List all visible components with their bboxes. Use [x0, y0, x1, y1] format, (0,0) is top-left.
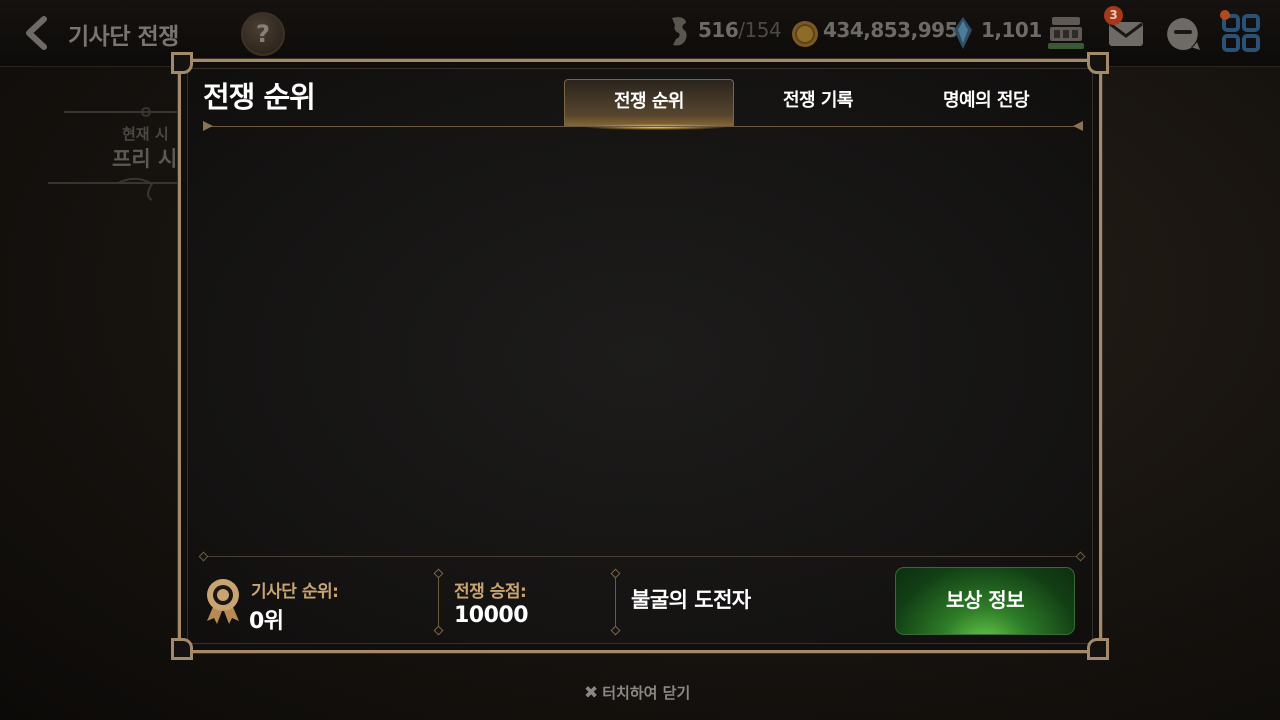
menu-notification-dot [1220, 10, 1230, 20]
guild-title-text: 불굴의 도전자 [631, 588, 751, 612]
tab-war-ranking[interactable]: 전쟁 순위 [564, 79, 734, 127]
guild-rank-value: 0위 [249, 609, 284, 634]
war-ranking-modal: 전쟁 순위 전쟁 순위 전쟁 기록 명예의 전당 기사단 순위: 0위 전쟁 승… [171, 52, 1109, 660]
stamina-max: /154 [738, 18, 782, 42]
footer-separator [615, 574, 616, 630]
close-x-icon: ✖ [584, 683, 599, 703]
frame-corner [171, 638, 193, 660]
tab-divider-end-right [1073, 121, 1083, 131]
background-label-season: 프리 시 [112, 147, 178, 171]
menu-grid-icon[interactable] [1222, 14, 1260, 52]
active-tab-glow [586, 124, 726, 130]
reward-info-button[interactable]: 보상 정보 [895, 567, 1075, 635]
gold-coin-icon [792, 21, 818, 47]
close-hint-label: 터치하여 닫기 [602, 684, 691, 702]
screen-title: 기사단 전쟁 [68, 24, 179, 50]
guild-hall-icon[interactable] [1046, 13, 1086, 53]
footer-separator [438, 574, 439, 630]
help-button[interactable]: ? [241, 12, 285, 56]
guild-rank-label: 기사단 순위: [251, 582, 339, 602]
war-points-value: 10000 [454, 603, 529, 628]
modal-title: 전쟁 순위 [203, 80, 316, 114]
war-points-label: 전쟁 승점: [454, 582, 527, 602]
chat-icon[interactable] [1164, 15, 1202, 53]
back-arrow-icon[interactable] [20, 16, 54, 50]
tab-hall-of-fame[interactable]: 명예의 전당 [901, 79, 1071, 127]
background-label-current: 현재 시 [122, 125, 169, 143]
mail-badge: 3 [1104, 6, 1123, 25]
frame-corner [1087, 638, 1109, 660]
crystal-icon [954, 17, 972, 49]
tab-war-record[interactable]: 전쟁 기록 [733, 79, 903, 127]
stamina-counter: 516/154 [698, 18, 782, 42]
stamina-icon [672, 17, 687, 46]
gold-counter: 434,853,995 [823, 18, 958, 42]
tab-divider [203, 126, 1083, 127]
footer-divider [203, 556, 1081, 557]
crystal-counter: 1,101 [981, 18, 1042, 42]
close-hint[interactable]: ✖ 터치하여 닫기 [584, 682, 690, 703]
stamina-value: 516 [698, 18, 739, 42]
frame-corner [171, 52, 193, 74]
tab-divider-end-left [203, 121, 213, 131]
medal-icon [207, 579, 239, 624]
frame-corner [1087, 52, 1109, 74]
ranking-list-area[interactable] [203, 132, 1083, 550]
